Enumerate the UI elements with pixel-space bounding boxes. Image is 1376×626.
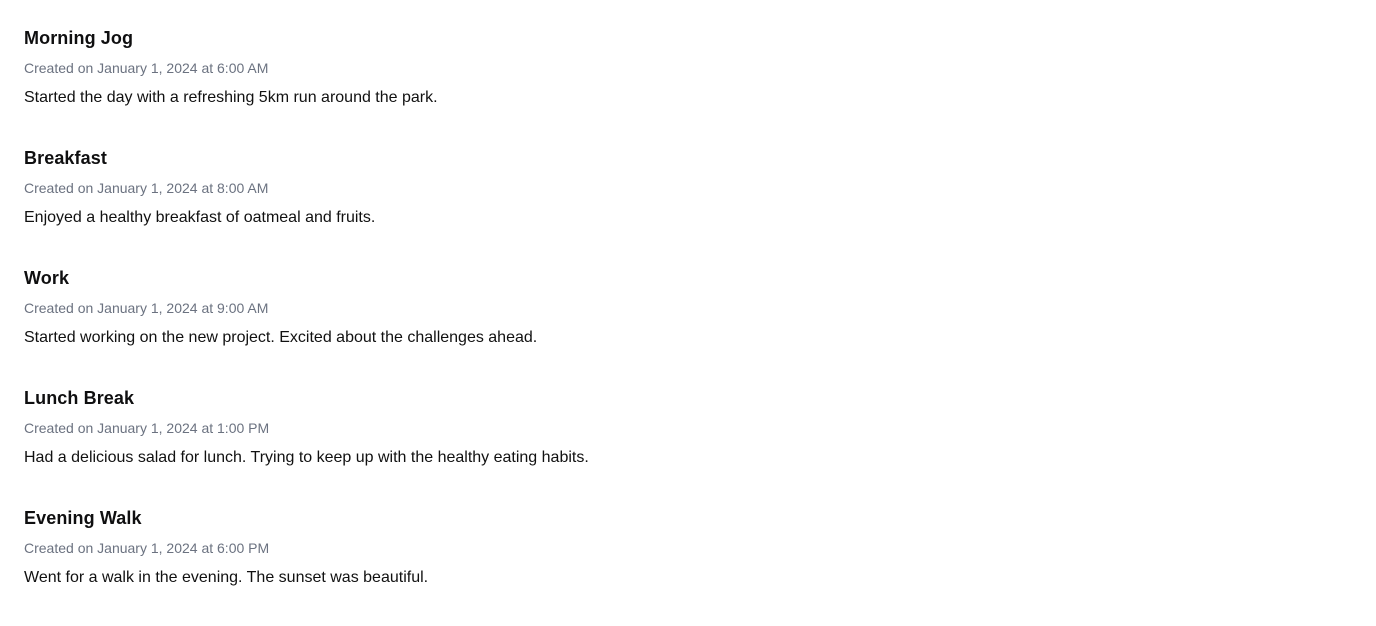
- entry-item: Breakfast Created on January 1, 2024 at …: [24, 146, 1376, 266]
- entry-content: Started the day with a refreshing 5km ru…: [24, 89, 438, 106]
- entry-content: Enjoyed a healthy breakfast of oatmeal a…: [24, 209, 376, 226]
- entry-list: Morning Jog Created on January 1, 2024 a…: [0, 0, 1376, 626]
- entry-item: Evening Walk Created on January 1, 2024 …: [24, 506, 1376, 626]
- entry-content: Went for a walk in the evening. The suns…: [24, 569, 429, 586]
- entry-title: Work: [24, 268, 70, 288]
- entry-item: Work Created on January 1, 2024 at 9:00 …: [24, 266, 1376, 386]
- entry-title: Breakfast: [24, 148, 107, 168]
- entry-timestamp: Created on January 1, 2024 at 9:00 AM: [24, 300, 269, 316]
- entry-title: Evening Walk: [24, 508, 142, 528]
- entry-item: Morning Jog Created on January 1, 2024 a…: [24, 26, 1376, 146]
- entry-title: Lunch Break: [24, 388, 135, 408]
- entry-timestamp: Created on January 1, 2024 at 6:00 AM: [24, 60, 269, 76]
- entry-timestamp: Created on January 1, 2024 at 1:00 PM: [24, 420, 270, 436]
- entry-timestamp: Created on January 1, 2024 at 8:00 AM: [24, 180, 269, 196]
- entry-item: Lunch Break Created on January 1, 2024 a…: [24, 386, 1376, 506]
- entry-title: Morning Jog: [24, 28, 134, 48]
- entry-content: Had a delicious salad for lunch. Trying …: [24, 449, 589, 466]
- entry-content: Started working on the new project. Exci…: [24, 329, 538, 346]
- entry-timestamp: Created on January 1, 2024 at 6:00 PM: [24, 540, 270, 556]
